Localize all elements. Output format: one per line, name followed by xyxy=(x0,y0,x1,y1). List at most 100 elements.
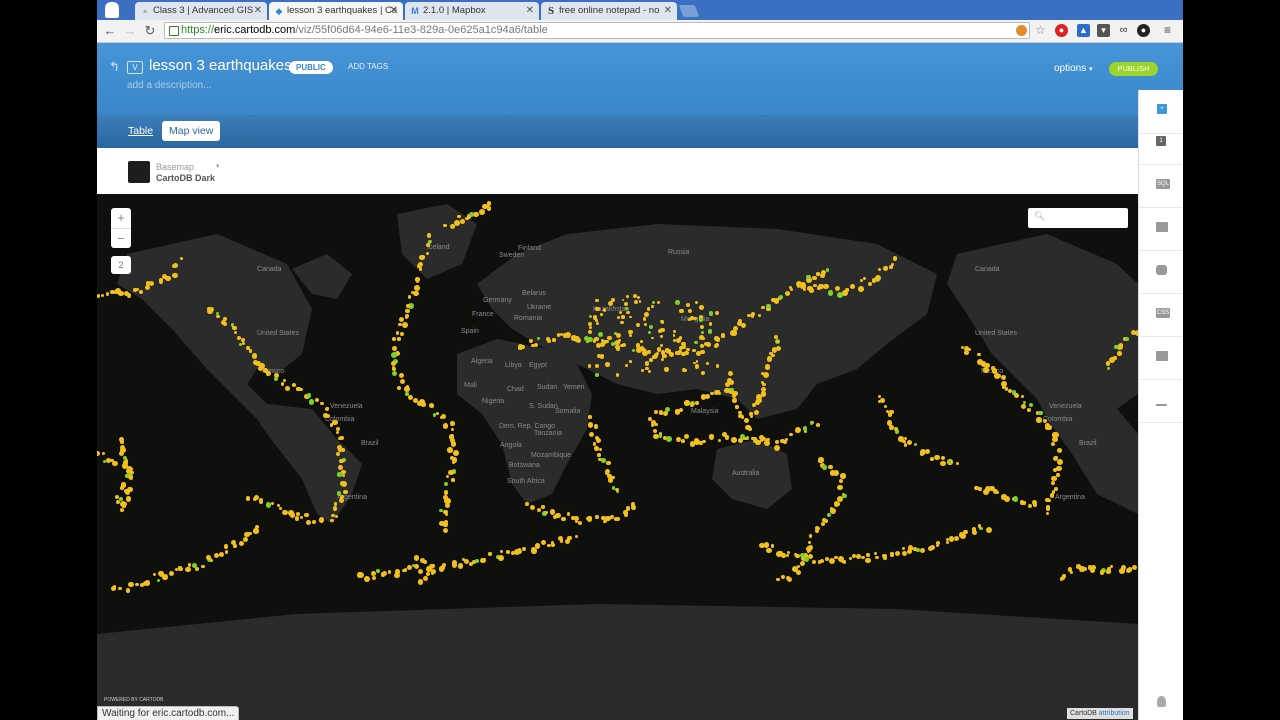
earthquake-point[interactable] xyxy=(930,457,934,461)
earthquake-point[interactable] xyxy=(1056,465,1062,472)
earthquake-point[interactable] xyxy=(168,571,174,577)
earthquake-point[interactable] xyxy=(595,437,601,444)
earthquake-point[interactable] xyxy=(728,371,734,377)
browser-tab[interactable]: ▫ Class 3 | Advanced GIS ✕ xyxy=(135,2,267,20)
earthquake-point[interactable] xyxy=(628,315,632,319)
earthquake-point[interactable] xyxy=(775,440,779,444)
options-menu[interactable]: options ▾ xyxy=(1054,63,1093,74)
close-tab-icon[interactable]: ✕ xyxy=(390,2,398,20)
earthquake-point[interactable] xyxy=(223,317,228,322)
address-bar[interactable]: https://eric.cartodb.com/viz/55f06d64-94… xyxy=(164,22,1030,39)
earthquake-point[interactable] xyxy=(633,299,639,305)
earthquake-point[interactable] xyxy=(152,573,157,577)
earthquake-point[interactable] xyxy=(695,401,699,405)
earthquake-point[interactable] xyxy=(651,336,654,340)
page-title[interactable]: lesson 3 earthquakes xyxy=(149,57,292,74)
earthquake-point[interactable] xyxy=(698,317,703,322)
earthquake-point[interactable] xyxy=(658,434,663,438)
earthquake-point[interactable] xyxy=(1022,501,1026,505)
earthquake-point[interactable] xyxy=(453,449,460,456)
earthquake-point[interactable] xyxy=(809,288,814,293)
earthquake-point[interactable] xyxy=(435,411,439,416)
earthquake-point[interactable] xyxy=(273,377,278,382)
earthquake-point[interactable] xyxy=(506,549,511,554)
earthquake-point[interactable] xyxy=(638,300,642,303)
earthquake-point[interactable] xyxy=(343,489,349,495)
earthquake-point[interactable] xyxy=(784,291,790,297)
earthquake-point[interactable] xyxy=(793,552,797,557)
earthquake-point[interactable] xyxy=(209,307,215,313)
earthquake-point[interactable] xyxy=(165,275,171,282)
earthquake-point[interactable] xyxy=(693,437,699,443)
earthquake-point[interactable] xyxy=(705,342,711,347)
earthquake-point[interactable] xyxy=(747,426,752,432)
earthquake-point[interactable] xyxy=(624,363,628,367)
earthquake-point[interactable] xyxy=(536,337,540,341)
earthquake-point[interactable] xyxy=(587,421,594,428)
earthquake-point[interactable] xyxy=(1131,564,1137,571)
earthquake-point[interactable] xyxy=(1027,408,1032,412)
earthquake-point[interactable] xyxy=(607,477,614,483)
earthquake-point[interactable] xyxy=(499,549,503,554)
earthquake-point[interactable] xyxy=(596,353,601,358)
earthquake-point[interactable] xyxy=(442,528,448,534)
earthquake-point[interactable] xyxy=(299,387,303,391)
earthquake-point[interactable] xyxy=(338,497,344,503)
earthquake-point[interactable] xyxy=(112,585,117,589)
earthquake-point[interactable] xyxy=(919,547,926,554)
earthquake-point[interactable] xyxy=(371,575,377,581)
earthquake-point[interactable] xyxy=(887,412,893,417)
forward-icon[interactable]: → xyxy=(122,23,138,39)
earthquake-point[interactable] xyxy=(652,433,659,440)
earthquake-point[interactable] xyxy=(401,322,408,328)
earthquake-point[interactable] xyxy=(391,366,396,370)
earthquake-point[interactable] xyxy=(702,439,707,444)
earthquake-point[interactable] xyxy=(658,329,663,334)
earthquake-point[interactable] xyxy=(315,398,320,403)
earthquake-point[interactable] xyxy=(294,516,300,521)
earthquake-point[interactable] xyxy=(1045,497,1050,502)
earthquake-point[interactable] xyxy=(805,546,812,553)
earthquake-point[interactable] xyxy=(771,297,776,302)
earthquake-point[interactable] xyxy=(195,567,200,572)
earthquake-point[interactable] xyxy=(781,575,786,580)
earthquake-point[interactable] xyxy=(180,256,184,261)
earthquake-point[interactable] xyxy=(541,505,545,509)
earthquake-point[interactable] xyxy=(652,428,658,434)
earthquake-point[interactable] xyxy=(118,290,125,297)
earthquake-point[interactable] xyxy=(392,370,398,376)
earthquake-point[interactable] xyxy=(721,334,725,339)
earthquake-point[interactable] xyxy=(761,305,765,310)
earthquake-point[interactable] xyxy=(223,322,227,326)
lastpass-icon[interactable]: ● xyxy=(1137,24,1150,37)
earthquake-point[interactable] xyxy=(333,502,337,506)
earthquake-point[interactable] xyxy=(525,502,530,506)
earthquake-point[interactable] xyxy=(757,313,762,318)
earthquake-point[interactable] xyxy=(955,461,960,465)
earthquake-point[interactable] xyxy=(763,440,770,447)
earthquake-point[interactable] xyxy=(647,331,651,335)
earthquake-point[interactable] xyxy=(589,314,593,318)
earthquake-point[interactable] xyxy=(927,545,934,552)
earthquake-point[interactable] xyxy=(705,361,709,365)
earthquake-point[interactable] xyxy=(431,564,435,568)
earthquake-point[interactable] xyxy=(451,460,456,465)
add-tags-link[interactable]: ADD TAGS xyxy=(348,62,388,71)
earthquake-point[interactable] xyxy=(1125,337,1129,341)
earthquake-point[interactable] xyxy=(795,427,802,434)
earthquake-point[interactable] xyxy=(178,566,183,571)
earthquake-point[interactable] xyxy=(616,373,620,377)
earthquake-point[interactable] xyxy=(285,385,290,391)
earthquake-point[interactable] xyxy=(417,568,424,575)
earthquake-point[interactable] xyxy=(559,539,564,543)
earthquake-point[interactable] xyxy=(666,435,673,442)
earthquake-point[interactable] xyxy=(397,386,401,391)
earthquake-point[interactable] xyxy=(607,335,612,341)
earthquake-point[interactable] xyxy=(598,447,603,452)
earthquake-point[interactable] xyxy=(811,560,816,565)
earthquake-point[interactable] xyxy=(126,293,132,298)
earthquake-point[interactable] xyxy=(621,342,626,347)
reload-icon[interactable]: ↻ xyxy=(142,23,158,39)
earthquake-point[interactable] xyxy=(687,309,692,314)
earthquake-point[interactable] xyxy=(618,310,623,315)
